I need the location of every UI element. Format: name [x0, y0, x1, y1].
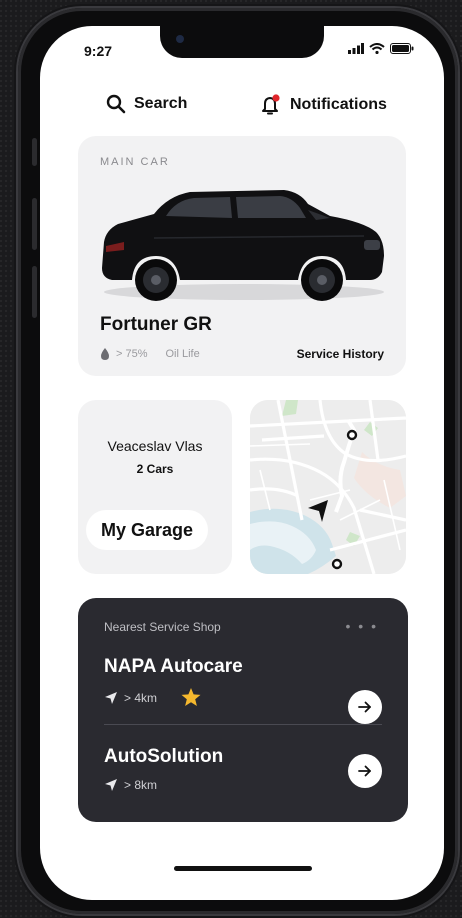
bell-icon — [262, 94, 280, 115]
owner-name: Veaceslav Vlas — [107, 438, 203, 454]
top-actions: Search Notifications — [40, 94, 444, 118]
shop-distance: > 8km — [104, 778, 384, 792]
phone-volume-down — [32, 266, 37, 318]
notifications-label: Notifications — [290, 96, 387, 113]
navigation-arrow-icon — [105, 691, 117, 704]
car-image — [102, 190, 384, 301]
shop-name: AutoSolution — [104, 746, 224, 767]
open-shop-button[interactable] — [348, 754, 382, 788]
nearest-service-shop-panel: Nearest Service Shop • • • NAPA Autocare… — [78, 598, 408, 822]
app-screen: 9:27 Search Notifications MAIN CAR Fortu… — [40, 26, 444, 900]
shop-divider — [104, 724, 382, 725]
wifi-icon — [369, 43, 385, 54]
arrow-right-icon — [358, 765, 371, 777]
shop-distance: > 4km — [104, 688, 384, 707]
phone-mute-switch — [32, 138, 37, 166]
service-history-link[interactable]: Service History — [297, 347, 384, 361]
navigation-arrow-icon — [105, 779, 117, 791]
status-time: 9:27 — [84, 43, 113, 59]
service-shop-item[interactable]: AutoSolution > 8km — [104, 746, 384, 792]
oil-life: > 75% Oil Life — [100, 348, 200, 360]
map-image — [250, 400, 406, 574]
front-camera — [176, 35, 184, 43]
main-car-label: MAIN CAR — [100, 156, 170, 168]
search-label: Search — [134, 95, 188, 112]
shop-distance-value: > 8km — [124, 778, 158, 792]
garage-card: Veaceslav Vlas 2 Cars My Garage — [78, 400, 232, 574]
nearest-service-shop-title: Nearest Service Shop — [104, 620, 221, 634]
search-icon — [106, 94, 126, 114]
battery-icon — [390, 43, 414, 54]
my-garage-button[interactable]: My Garage — [86, 510, 208, 550]
status-icons — [348, 43, 414, 54]
arrow-right-icon — [358, 701, 371, 713]
cars-count: 2 Cars — [136, 462, 174, 476]
main-car-card[interactable]: MAIN CAR Fortuner GR > 75% Oil Life Serv… — [78, 136, 406, 376]
map-card[interactable] — [250, 400, 406, 574]
open-shop-button[interactable] — [348, 690, 382, 724]
oil-percent: > 75% — [116, 348, 148, 360]
car-name: Fortuner GR — [100, 314, 212, 335]
shop-distance-value: > 4km — [124, 690, 158, 705]
signal-icon — [348, 43, 364, 54]
shop-name: NAPA Autocare — [104, 656, 243, 677]
notifications-button[interactable]: Notifications — [260, 94, 387, 116]
star-icon — [181, 688, 201, 706]
phone-volume-up — [32, 198, 37, 250]
oil-life-label: Oil Life — [165, 348, 200, 360]
more-options-icon[interactable]: • • • — [346, 618, 378, 634]
service-shop-item[interactable]: NAPA Autocare > 4km — [104, 656, 384, 707]
search-button[interactable]: Search — [106, 94, 187, 114]
oil-drop-icon — [101, 348, 109, 360]
notch — [160, 26, 324, 58]
home-indicator[interactable] — [174, 866, 312, 871]
